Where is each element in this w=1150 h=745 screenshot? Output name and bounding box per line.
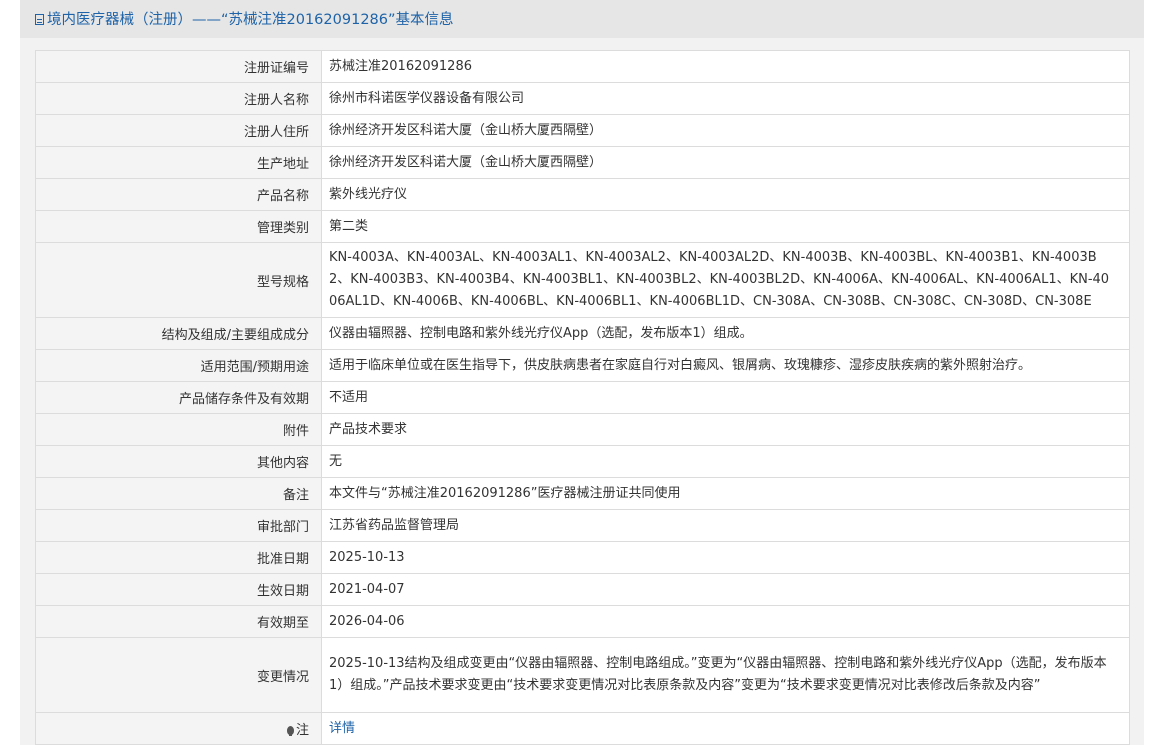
row-value: 仪器由辐照器、控制电路和紫外线光疗仪App（选配，发布版本1）组成。 xyxy=(321,317,1130,350)
row-value: 适用于临床单位或在医生指导下，供皮肤病患者在家庭自行对白癜风、银屑病、玫瑰糠疹、… xyxy=(321,349,1130,382)
table-row: 型号规格 KN-4003A、KN-4003AL、KN-4003AL1、KN-40… xyxy=(35,242,1130,318)
details-link[interactable]: 详情 xyxy=(329,721,355,736)
row-label: 注册证编号 xyxy=(35,50,322,83)
row-label: 批准日期 xyxy=(35,541,322,574)
note-label: 注 xyxy=(295,723,309,738)
row-label: 产品名称 xyxy=(35,178,322,211)
row-value: 2021-04-07 xyxy=(321,573,1130,606)
table-row: 产品名称 紫外线光疗仪 xyxy=(35,178,1130,211)
row-label: 管理类别 xyxy=(35,210,322,243)
row-label: 适用范围/预期用途 xyxy=(35,349,322,382)
row-value: 本文件与“苏械注准20162091286”医疗器械注册证共同使用 xyxy=(321,477,1130,510)
row-value: 徐州经济开发区科诺大厦（金山桥大厦西隔壁） xyxy=(321,146,1130,179)
row-label: 型号规格 xyxy=(35,242,322,318)
row-label: 附件 xyxy=(35,413,322,446)
table-row: 注册证编号 苏械注准20162091286 xyxy=(35,50,1130,83)
row-value: KN-4003A、KN-4003AL、KN-4003AL1、KN-4003AL2… xyxy=(321,242,1130,318)
row-label: 生效日期 xyxy=(35,573,322,606)
note-row: 注 详情 xyxy=(35,712,1130,745)
table-row: 注册人住所 徐州经济开发区科诺大厦（金山桥大厦西隔壁） xyxy=(35,114,1130,147)
table-row: 批准日期 2025-10-13 xyxy=(35,541,1130,574)
row-label: 生产地址 xyxy=(35,146,322,179)
row-value: 不适用 xyxy=(321,381,1130,414)
row-value: 2025-10-13结构及组成变更由“仪器由辐照器、控制电路组成。”变更为“仪器… xyxy=(321,637,1130,713)
document-icon xyxy=(35,14,44,25)
row-value: 2025-10-13 xyxy=(321,541,1130,574)
row-label: 注册人住所 xyxy=(35,114,322,147)
table-row: 注册人名称 徐州市科诺医学仪器设备有限公司 xyxy=(35,82,1130,115)
info-table: 注册证编号 苏械注准20162091286 注册人名称 徐州市科诺医学仪器设备有… xyxy=(35,50,1130,745)
row-value: 苏械注准20162091286 xyxy=(321,50,1130,83)
table-row: 生产地址 徐州经济开发区科诺大厦（金山桥大厦西隔壁） xyxy=(35,146,1130,179)
table-row: 备注 本文件与“苏械注准20162091286”医疗器械注册证共同使用 xyxy=(35,477,1130,510)
table-row: 附件 产品技术要求 xyxy=(35,413,1130,446)
table-row: 管理类别 第二类 xyxy=(35,210,1130,243)
lightbulb-icon xyxy=(286,726,294,736)
row-value: 江苏省药品监督管理局 xyxy=(321,509,1130,542)
panel-header: 境内医疗器械（注册）——“苏械注准20162091286”基本信息 xyxy=(20,0,1144,38)
row-value: 无 xyxy=(321,445,1130,478)
page-title: 境内医疗器械（注册）——“苏械注准20162091286”基本信息 xyxy=(47,12,454,28)
row-label: 变更情况 xyxy=(35,637,322,713)
table-row: 有效期至 2026-04-06 xyxy=(35,605,1130,638)
row-value: 徐州市科诺医学仪器设备有限公司 xyxy=(321,82,1130,115)
row-value: 第二类 xyxy=(321,210,1130,243)
row-value: 徐州经济开发区科诺大厦（金山桥大厦西隔壁） xyxy=(321,114,1130,147)
row-label: 注册人名称 xyxy=(35,82,322,115)
row-label: 审批部门 xyxy=(35,509,322,542)
row-label: 备注 xyxy=(35,477,322,510)
table-row: 其他内容 无 xyxy=(35,445,1130,478)
table-row: 生效日期 2021-04-07 xyxy=(35,573,1130,606)
table-row: 审批部门 江苏省药品监督管理局 xyxy=(35,509,1130,542)
table-row: 结构及组成/主要组成成分 仪器由辐照器、控制电路和紫外线光疗仪App（选配，发布… xyxy=(35,317,1130,350)
row-value: 紫外线光疗仪 xyxy=(321,178,1130,211)
note-value: 详情 xyxy=(321,712,1130,745)
row-value: 2026-04-06 xyxy=(321,605,1130,638)
row-label: 其他内容 xyxy=(35,445,322,478)
table-row: 适用范围/预期用途 适用于临床单位或在医生指导下，供皮肤病患者在家庭自行对白癜风… xyxy=(35,349,1130,382)
row-label: 结构及组成/主要组成成分 xyxy=(35,317,322,350)
table-row: 产品储存条件及有效期 不适用 xyxy=(35,381,1130,414)
row-label: 有效期至 xyxy=(35,605,322,638)
info-panel: 境内医疗器械（注册）——“苏械注准20162091286”基本信息 注册证编号 … xyxy=(20,0,1144,745)
row-label: 产品储存条件及有效期 xyxy=(35,381,322,414)
note-label-cell: 注 xyxy=(35,712,322,745)
table-row: 变更情况 2025-10-13结构及组成变更由“仪器由辐照器、控制电路组成。”变… xyxy=(35,637,1130,713)
row-value: 产品技术要求 xyxy=(321,413,1130,446)
